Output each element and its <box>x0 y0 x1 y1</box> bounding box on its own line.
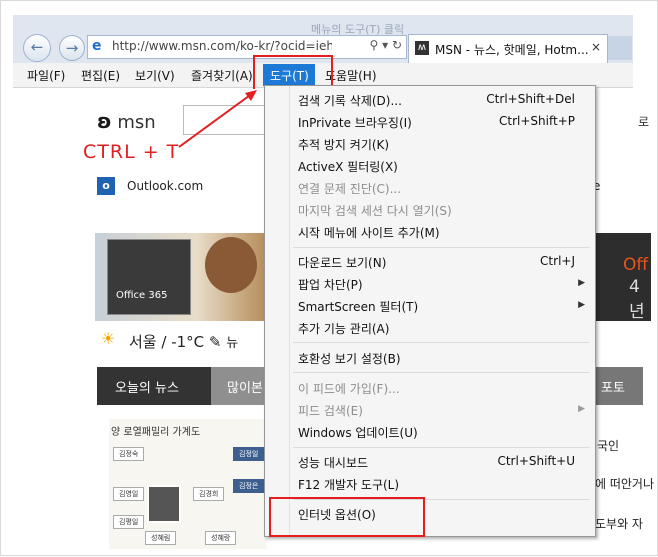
annotation-arrow-line <box>178 92 254 148</box>
tree-node: 김정일 <box>233 447 265 461</box>
sun-icon: ☀ <box>101 329 116 348</box>
shortcut-inprivate: Ctrl+Shift+P <box>499 114 575 128</box>
annotation-highlight-box-internet-options <box>269 497 425 537</box>
submenu-arrow-icon: ▶ <box>578 404 585 414</box>
tools-dropdown-menu: 검색 기록 삭제(D)... Ctrl+Shift+Del InPrivate … <box>264 85 596 537</box>
office-label: Office 365 <box>116 290 168 301</box>
menu-separator <box>293 247 589 248</box>
tab-todays-news[interactable]: 오늘의 뉴스 <box>97 367 211 405</box>
tab-most-viewed-label: 많이본 <box>227 381 263 396</box>
tree-node: 김정은 <box>233 479 265 493</box>
weather-value: 서울 / -1°C <box>129 333 205 351</box>
right-promo-banner[interactable]: Off 4년 <box>595 233 651 322</box>
menu-item-popup-blocker[interactable]: 팝업 차단(P) <box>298 276 363 293</box>
menu-item-tracking-protection[interactable]: 추적 방지 켜기(K) <box>298 136 389 153</box>
news-line[interactable]: 도부와 자 <box>595 515 643 532</box>
tree-node: 성혜림 <box>145 531 177 545</box>
menu-gutter <box>289 86 290 536</box>
pencil-icon[interactable]: ✎ <box>209 333 222 351</box>
outlook-link[interactable]: Outlook.com <box>127 179 203 193</box>
menu-item-inprivate[interactable]: InPrivate 브라우징(I) <box>298 114 412 131</box>
menu-separator <box>293 447 589 448</box>
submenu-arrow-icon: ▶ <box>578 278 585 288</box>
menu-item-smartscreen[interactable]: SmartScreen 필터(T) <box>298 298 418 315</box>
tree-node: 성혜랑 <box>205 531 237 545</box>
tree-node: 김정숙 <box>113 447 145 461</box>
menu-item-activex-filtering[interactable]: ActiveX 필터링(X) <box>298 158 398 175</box>
promo-line-1: Off <box>623 255 649 275</box>
tab-todays-news-label: 오늘의 뉴스 <box>115 381 179 396</box>
screenshot-frame: 메뉴의 도구(T) 클릭 ← → e http://www.msn.com/ko… <box>0 0 658 556</box>
menu-item-subscribe-feed: 이 피드에 가입(F)... <box>298 382 400 396</box>
menu-item-diagnose-connection: 연결 문제 진단(C)... <box>298 182 402 196</box>
news-line[interactable]: 에 떠안거나 <box>595 475 654 492</box>
tab-most-viewed[interactable]: 많이본 <box>211 367 265 405</box>
annotation-arrow-head <box>245 90 257 101</box>
menu-item-view-downloads[interactable]: 다운로드 보기(N) <box>298 254 386 271</box>
tree-node: 김평일 <box>113 515 145 529</box>
tab-photo[interactable]: 포토 <box>595 367 643 405</box>
weather-text[interactable]: 서울 / -1°C ✎ 뉴 <box>129 331 238 352</box>
family-tree-image[interactable]: 양 로열패밀리 가계도 김정숙 김정일 김정은 김영일 김경희 김평일 성혜림 … <box>109 419 267 549</box>
person-photo <box>205 237 257 293</box>
menu-item-delete-history[interactable]: 검색 기록 삭제(D)... <box>298 92 402 109</box>
weather-cut-text: 뉴 <box>226 336 239 351</box>
menu-item-f12-tools[interactable]: F12 개발자 도구(L) <box>298 476 399 493</box>
tab-photo-label: 포토 <box>601 381 625 396</box>
news-line[interactable]: 국인 <box>597 437 619 454</box>
menu-item-add-to-start[interactable]: 시작 메뉴에 사이트 추가(M) <box>298 224 440 241</box>
menu-separator <box>293 342 589 343</box>
menu-item-feed-discovery: 피드 검색(E) <box>298 404 363 418</box>
menu-item-compat-view[interactable]: 호환성 보기 설정(B) <box>298 350 401 367</box>
submenu-arrow-icon: ▶ <box>578 300 585 310</box>
menu-item-windows-update[interactable]: Windows 업데이트(U) <box>298 424 418 441</box>
shortcut-delete-history: Ctrl+Shift+Del <box>486 92 575 106</box>
menu-item-reopen-session: 마지막 검색 세션 다시 열기(S) <box>298 204 452 218</box>
family-tree-caption: 양 로열패밀리 가계도 <box>111 427 201 438</box>
portrait-photo <box>147 485 181 523</box>
promo-line-2: 4년 <box>629 277 645 322</box>
menu-separator <box>293 372 589 373</box>
shortcut-view-downloads: Ctrl+J <box>540 254 575 268</box>
tree-node: 김영일 <box>113 487 145 501</box>
office-promo-banner[interactable]: Office 365 <box>95 233 265 321</box>
office-box-image: Office 365 <box>107 239 191 315</box>
tree-node: 김경희 <box>193 487 225 501</box>
menu-item-performance-dashboard[interactable]: 성능 대시보드 <box>298 454 368 471</box>
menu-item-manage-addons[interactable]: 추가 기능 관리(A) <box>298 320 389 337</box>
shortcut-performance-dashboard: Ctrl+Shift+U <box>497 454 575 468</box>
outlook-icon[interactable]: o <box>97 177 115 195</box>
